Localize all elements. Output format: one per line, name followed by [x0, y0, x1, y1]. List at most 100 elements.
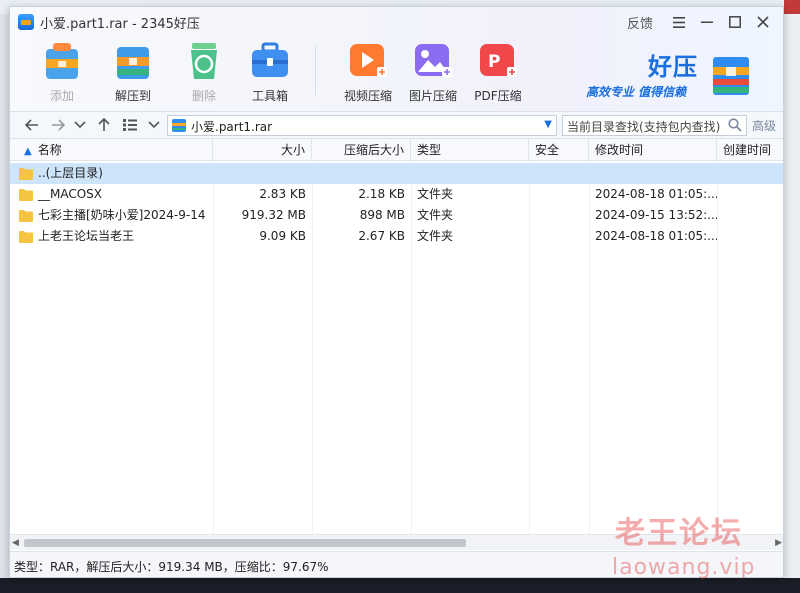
table-row[interactable]: 七彩主播[奶味小爱]2024-9-14 919.32 MB 898 MB 文件夹… [10, 205, 783, 226]
forward-arrow-icon[interactable] [48, 112, 68, 138]
column-created[interactable]: 创建时间 [717, 139, 783, 161]
cell-size: 919.32 MB [241, 208, 306, 222]
table-header: ▲ 名称 大小 压缩后大小 类型 安全 修改时间 创建时间 [10, 139, 783, 161]
path-dropdown-icon[interactable]: ▼ [544, 119, 552, 130]
cell-name: ..(上层目录) [38, 166, 103, 180]
svg-text:P: P [488, 52, 500, 72]
cell-modified [589, 163, 717, 184]
folder-icon [19, 210, 33, 222]
scroll-right-icon[interactable]: ▶ [775, 538, 782, 548]
title-row[interactable]: 小爱.part1.rar - 2345好压 反馈 [10, 7, 783, 37]
pdf-compress-label: PDF压缩 [474, 89, 522, 103]
cell-type [411, 163, 529, 184]
column-name[interactable]: ▲ 名称 [10, 139, 213, 161]
watermark-url: laowang.vip [612, 555, 756, 580]
column-packed-size[interactable]: 压缩后大小 [312, 139, 411, 161]
scrollbar-thumb[interactable] [24, 539, 466, 547]
status-text: 类型：RAR，解压后大小：919.34 MB，压缩比：97.67% [14, 560, 329, 574]
image-compress-icon [412, 39, 454, 81]
column-type[interactable]: 类型 [411, 139, 529, 161]
cell-security [529, 184, 589, 205]
address-bar: 小爱.part1.rar ▼ 当前目录查找(支持包内查找) 高级 [10, 111, 783, 139]
window-title: 小爱.part1.rar - 2345好压 [40, 16, 200, 32]
extract-label: 解压到 [114, 89, 151, 103]
maximize-icon[interactable] [721, 11, 749, 33]
cell-size: 9.09 KB [259, 229, 306, 243]
brand-name: 好压 [648, 53, 698, 81]
pdf-compress-icon: P [477, 39, 519, 81]
table-row[interactable]: 上老王论坛当老王 9.09 KB 2.67 KB 文件夹 2024-08-18 … [10, 226, 783, 247]
column-security[interactable]: 安全 [529, 139, 589, 161]
window-controls: 反馈 [627, 11, 777, 33]
file-list: ▲ 名称 大小 压缩后大小 类型 安全 修改时间 创建时间 ..(上层目录) _… [10, 139, 783, 534]
search-input[interactable]: 当前目录查找(支持包内查找) [562, 115, 747, 136]
column-size[interactable]: 大小 [213, 139, 312, 161]
desktop-background-right [784, 14, 800, 593]
feedback-link[interactable]: 反馈 [627, 13, 653, 32]
view-dropdown-icon[interactable] [146, 112, 162, 138]
extract-button[interactable]: 解压到 [101, 39, 165, 104]
cell-security [529, 205, 589, 226]
cell-created [717, 226, 783, 247]
brand-logo-icon [710, 53, 752, 97]
cell-name: 七彩主播[奶味小爱]2024-9-14 [38, 208, 206, 222]
add-icon [41, 39, 83, 81]
search-icon[interactable] [728, 118, 742, 135]
cell-security [529, 163, 589, 184]
extract-icon [112, 39, 154, 81]
cell-packed: 898 MB [359, 208, 405, 222]
cell-packed: 2.18 KB [358, 187, 405, 201]
scroll-left-icon[interactable]: ◀ [12, 538, 19, 548]
add-label: 添加 [49, 89, 74, 103]
delete-icon [183, 39, 225, 81]
cell-type: 文件夹 [417, 229, 454, 243]
sort-up-icon: ▲ [24, 146, 32, 157]
image-compress-button[interactable]: 图片压缩 [401, 39, 465, 104]
close-icon[interactable] [749, 11, 777, 33]
brand-area: 好压 高效专业 值得信赖 [580, 47, 780, 107]
brand-slogan: 高效专业 值得信赖 [586, 85, 687, 99]
toolbox-icon [249, 39, 291, 81]
toolbar-separator [315, 45, 316, 95]
cell-packed: 2.67 KB [358, 229, 405, 243]
column-modified[interactable]: 修改时间 [589, 139, 717, 161]
back-arrow-icon[interactable] [22, 112, 42, 138]
toolbox-button[interactable]: 工具箱 [238, 39, 302, 104]
pdf-compress-button[interactable]: P PDF压缩 [466, 39, 530, 104]
desktop-background-left [0, 14, 9, 593]
cell-modified: 2024-08-18 01:05:... [595, 187, 717, 201]
minimize-icon[interactable] [693, 11, 721, 33]
cell-created [717, 205, 783, 226]
folder-icon [19, 189, 33, 201]
advanced-search-link[interactable]: 高级 [752, 117, 776, 134]
add-button[interactable]: 添加 [30, 39, 94, 104]
watermark-text: 老王论坛 [615, 516, 743, 551]
history-dropdown-icon[interactable] [72, 112, 88, 138]
path-text: 小爱.part1.rar [191, 120, 273, 134]
view-mode-icon[interactable] [120, 112, 140, 138]
up-arrow-icon[interactable] [94, 112, 114, 138]
video-compress-button[interactable]: 视频压缩 [336, 39, 400, 104]
delete-button[interactable]: 删除 [172, 39, 236, 104]
cell-created [717, 184, 783, 205]
archive-icon [172, 118, 186, 133]
cell-type: 文件夹 [417, 208, 454, 222]
archive-window: 小爱.part1.rar - 2345好压 反馈 添加 解压到 删除 工具箱 视… [9, 6, 784, 578]
column-name-label: 名称 [37, 143, 62, 157]
folder-icon [19, 168, 33, 180]
cell-size [213, 163, 312, 184]
delete-label: 删除 [191, 89, 216, 103]
path-field[interactable]: 小爱.part1.rar ▼ [167, 115, 557, 136]
title-area: 小爱.part1.rar - 2345好压 反馈 添加 解压到 删除 工具箱 视… [10, 7, 783, 111]
table-row[interactable]: __MACOSX 2.83 KB 2.18 KB 文件夹 2024-08-18 … [10, 184, 783, 205]
cell-modified: 2024-08-18 01:05:... [595, 229, 717, 243]
image-compress-label: 图片压缩 [408, 89, 457, 103]
cell-modified: 2024-09-15 13:52:... [595, 208, 717, 222]
cell-size: 2.83 KB [259, 187, 306, 201]
cell-created [717, 163, 783, 184]
search-placeholder: 当前目录查找(支持包内查找) [567, 120, 721, 134]
menu-icon[interactable] [665, 11, 693, 33]
cell-name: 上老王论坛当老王 [38, 229, 135, 243]
table-row-parent[interactable]: ..(上层目录) [10, 163, 783, 184]
video-compress-icon [347, 39, 389, 81]
